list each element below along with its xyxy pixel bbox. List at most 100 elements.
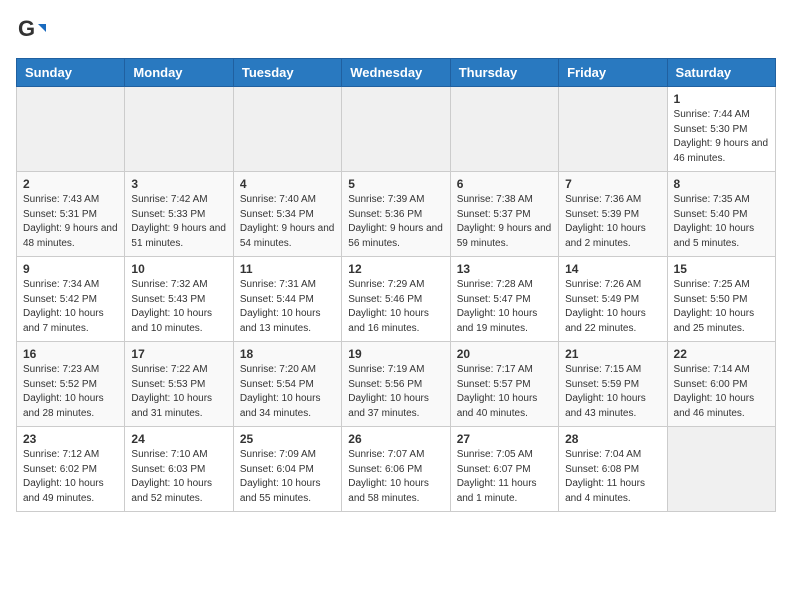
calendar-cell (342, 87, 450, 172)
day-info: Sunrise: 7:14 AM Sunset: 6:00 PM Dayligh… (674, 363, 769, 421)
day-info: Sunrise: 7:34 AM Sunset: 5:42 PM Dayligh… (23, 278, 118, 336)
calendar-cell: 19 Sunrise: 7:19 AM Sunset: 5:56 PM Dayli… (342, 342, 450, 427)
calendar-cell: 23 Sunrise: 7:12 AM Sunset: 6:02 PM Dayli… (17, 427, 125, 512)
calendar-cell: 18Sunrise: 7:20 AM Sunset: 5:54 PM Dayli… (233, 342, 341, 427)
day-info: Sunrise: 7:28 AM Sunset: 5:47 PM Dayligh… (457, 278, 552, 336)
day-info: Sunrise: 7:36 AM Sunset: 5:39 PM Dayligh… (565, 193, 660, 251)
calendar-cell: 3Sunrise: 7:42 AM Sunset: 5:33 PM Daylig… (125, 172, 233, 257)
day-info: Sunrise: 7:32 AM Sunset: 5:43 PM Dayligh… (131, 278, 226, 336)
calendar-cell: 2 Sunrise: 7:43 AM Sunset: 5:31 PM Daylig… (17, 172, 125, 257)
day-number: 14 (565, 262, 660, 276)
calendar-cell: 11 Sunrise: 7:31 AM Sunset: 5:44 PM Dayli… (233, 257, 341, 342)
day-info: Sunrise: 7:26 AM Sunset: 5:49 PM Dayligh… (565, 278, 660, 336)
day-number: 24 (131, 432, 226, 446)
calendar-cell: 6 Sunrise: 7:38 AM Sunset: 5:37 PM Daylig… (450, 172, 558, 257)
day-number: 11 (240, 262, 335, 276)
calendar-week-2: 2 Sunrise: 7:43 AM Sunset: 5:31 PM Daylig… (17, 172, 776, 257)
calendar-cell (125, 87, 233, 172)
day-info: Sunrise: 7:10 AM Sunset: 6:03 PM Dayligh… (131, 448, 226, 506)
day-info: Sunrise: 7:22 AM Sunset: 5:53 PM Dayligh… (131, 363, 226, 421)
weekday-header-saturday: Saturday (667, 59, 775, 87)
day-info: Sunrise: 7:38 AM Sunset: 5:37 PM Dayligh… (457, 193, 552, 251)
day-info: Sunrise: 7:35 AM Sunset: 5:40 PM Dayligh… (674, 193, 769, 251)
day-number: 2 (23, 177, 118, 191)
weekday-header-tuesday: Tuesday (233, 59, 341, 87)
day-number: 20 (457, 347, 552, 361)
day-info: Sunrise: 7:31 AM Sunset: 5:44 PM Dayligh… (240, 278, 335, 336)
day-number: 27 (457, 432, 552, 446)
logo: G (16, 16, 48, 46)
calendar-cell: 24 Sunrise: 7:10 AM Sunset: 6:03 PM Dayli… (125, 427, 233, 512)
calendar-cell: 7 Sunrise: 7:36 AM Sunset: 5:39 PM Daylig… (559, 172, 667, 257)
day-number: 1 (674, 92, 769, 106)
day-number: 13 (457, 262, 552, 276)
calendar-cell (450, 87, 558, 172)
calendar-week-1: 1Sunrise: 7:44 AM Sunset: 5:30 PM Daylig… (17, 87, 776, 172)
day-number: 25 (240, 432, 335, 446)
calendar-cell: 15Sunrise: 7:25 AM Sunset: 5:50 PM Dayli… (667, 257, 775, 342)
day-number: 3 (131, 177, 226, 191)
calendar-cell: 16 Sunrise: 7:23 AM Sunset: 5:52 PM Dayli… (17, 342, 125, 427)
day-number: 19 (348, 347, 443, 361)
calendar-cell: 28 Sunrise: 7:04 AM Sunset: 6:08 PM Dayli… (559, 427, 667, 512)
calendar-cell: 14 Sunrise: 7:26 AM Sunset: 5:49 PM Dayli… (559, 257, 667, 342)
day-number: 9 (23, 262, 118, 276)
calendar-cell (559, 87, 667, 172)
weekday-header-thursday: Thursday (450, 59, 558, 87)
day-info: Sunrise: 7:17 AM Sunset: 5:57 PM Dayligh… (457, 363, 552, 421)
day-number: 28 (565, 432, 660, 446)
calendar-cell: 20 Sunrise: 7:17 AM Sunset: 5:57 PM Dayli… (450, 342, 558, 427)
calendar-cell: 10 Sunrise: 7:32 AM Sunset: 5:43 PM Dayli… (125, 257, 233, 342)
day-number: 21 (565, 347, 660, 361)
day-number: 26 (348, 432, 443, 446)
calendar-week-5: 23 Sunrise: 7:12 AM Sunset: 6:02 PM Dayli… (17, 427, 776, 512)
day-info: Sunrise: 7:19 AM Sunset: 5:56 PM Dayligh… (348, 363, 443, 421)
calendar-cell: 12 Sunrise: 7:29 AM Sunset: 5:46 PM Dayli… (342, 257, 450, 342)
day-number: 23 (23, 432, 118, 446)
calendar-cell: 27 Sunrise: 7:05 AM Sunset: 6:07 PM Dayli… (450, 427, 558, 512)
day-number: 22 (674, 347, 769, 361)
svg-text:G: G (18, 16, 35, 41)
calendar-cell: 17 Sunrise: 7:22 AM Sunset: 5:53 PM Dayli… (125, 342, 233, 427)
day-number: 7 (565, 177, 660, 191)
day-number: 12 (348, 262, 443, 276)
calendar-cell: 5 Sunrise: 7:39 AM Sunset: 5:36 PM Daylig… (342, 172, 450, 257)
day-info: Sunrise: 7:29 AM Sunset: 5:46 PM Dayligh… (348, 278, 443, 336)
calendar-cell (233, 87, 341, 172)
day-number: 15 (674, 262, 769, 276)
calendar-cell (17, 87, 125, 172)
calendar-cell: 25 Sunrise: 7:09 AM Sunset: 6:04 PM Dayli… (233, 427, 341, 512)
day-number: 17 (131, 347, 226, 361)
day-info: Sunrise: 7:20 AM Sunset: 5:54 PM Dayligh… (240, 363, 335, 421)
calendar-header-row: SundayMondayTuesdayWednesdayThursdayFrid… (17, 59, 776, 87)
calendar-cell: 21Sunrise: 7:15 AM Sunset: 5:59 PM Dayli… (559, 342, 667, 427)
day-info: Sunrise: 7:39 AM Sunset: 5:36 PM Dayligh… (348, 193, 443, 251)
day-info: Sunrise: 7:07 AM Sunset: 6:06 PM Dayligh… (348, 448, 443, 506)
weekday-header-wednesday: Wednesday (342, 59, 450, 87)
calendar-cell: 13 Sunrise: 7:28 AM Sunset: 5:47 PM Dayli… (450, 257, 558, 342)
day-info: Sunrise: 7:04 AM Sunset: 6:08 PM Dayligh… (565, 448, 660, 506)
calendar-cell: 26 Sunrise: 7:07 AM Sunset: 6:06 PM Dayli… (342, 427, 450, 512)
day-info: Sunrise: 7:09 AM Sunset: 6:04 PM Dayligh… (240, 448, 335, 506)
calendar-week-4: 16 Sunrise: 7:23 AM Sunset: 5:52 PM Dayli… (17, 342, 776, 427)
calendar-week-3: 9 Sunrise: 7:34 AM Sunset: 5:42 PM Daylig… (17, 257, 776, 342)
day-number: 8 (674, 177, 769, 191)
day-number: 5 (348, 177, 443, 191)
day-number: 4 (240, 177, 335, 191)
weekday-header-monday: Monday (125, 59, 233, 87)
calendar-cell (667, 427, 775, 512)
calendar-cell: 4Sunrise: 7:40 AM Sunset: 5:34 PM Daylig… (233, 172, 341, 257)
day-info: Sunrise: 7:43 AM Sunset: 5:31 PM Dayligh… (23, 193, 118, 251)
day-number: 10 (131, 262, 226, 276)
calendar-cell: 8 Sunrise: 7:35 AM Sunset: 5:40 PM Daylig… (667, 172, 775, 257)
logo-icon: G (16, 16, 46, 46)
day-info: Sunrise: 7:23 AM Sunset: 5:52 PM Dayligh… (23, 363, 118, 421)
weekday-header-sunday: Sunday (17, 59, 125, 87)
day-info: Sunrise: 7:12 AM Sunset: 6:02 PM Dayligh… (23, 448, 118, 506)
weekday-header-friday: Friday (559, 59, 667, 87)
calendar-cell: 22 Sunrise: 7:14 AM Sunset: 6:00 PM Dayli… (667, 342, 775, 427)
day-number: 16 (23, 347, 118, 361)
day-info: Sunrise: 7:05 AM Sunset: 6:07 PM Dayligh… (457, 448, 552, 506)
day-number: 6 (457, 177, 552, 191)
calendar-cell: 9 Sunrise: 7:34 AM Sunset: 5:42 PM Daylig… (17, 257, 125, 342)
